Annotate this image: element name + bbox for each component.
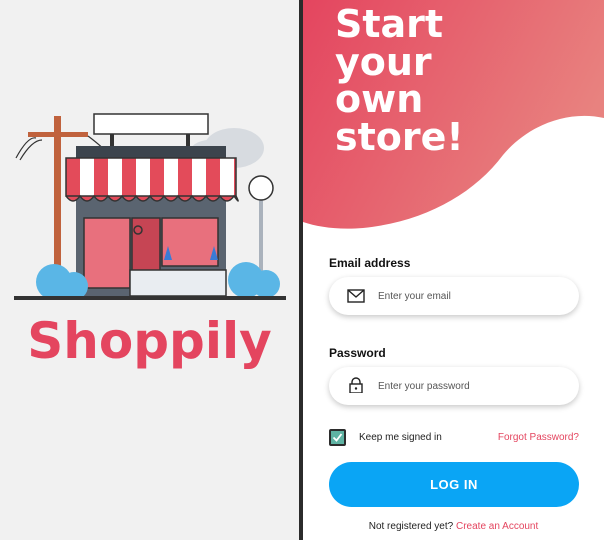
forgot-password-link[interactable]: Forgot Password? (498, 432, 579, 443)
remember-label: Keep me signed in (359, 432, 442, 443)
hero-title-line: Start (335, 2, 444, 46)
password-input[interactable] (378, 367, 568, 405)
lock-icon (349, 377, 363, 393)
login-panel: Start your own store! Email address Pass… (303, 0, 604, 540)
email-field[interactable] (329, 277, 579, 315)
hero-title-line: own (335, 77, 424, 121)
signup-prompt: Not registered yet? (368, 521, 454, 532)
hero-title-line: store! (335, 114, 464, 159)
password-label: Password (329, 346, 386, 360)
email-label: Email address (329, 256, 411, 270)
remember-checkbox[interactable] (329, 429, 346, 446)
storefront-illustration (14, 113, 286, 300)
envelope-icon (347, 289, 365, 303)
signup-row: Not registered yet? Create an Account (303, 521, 604, 532)
email-input[interactable] (378, 277, 568, 315)
password-field[interactable] (329, 367, 579, 405)
checkmark-icon (332, 433, 343, 442)
create-account-link[interactable]: Create an Account (456, 521, 538, 532)
hero-title-line: your (335, 39, 432, 84)
brand-name: Shoppily (27, 312, 272, 370)
login-button[interactable]: LOG IN (329, 462, 579, 507)
welcome-panel: Shoppily (0, 0, 299, 540)
hero-title: Start your own store! (335, 2, 595, 159)
